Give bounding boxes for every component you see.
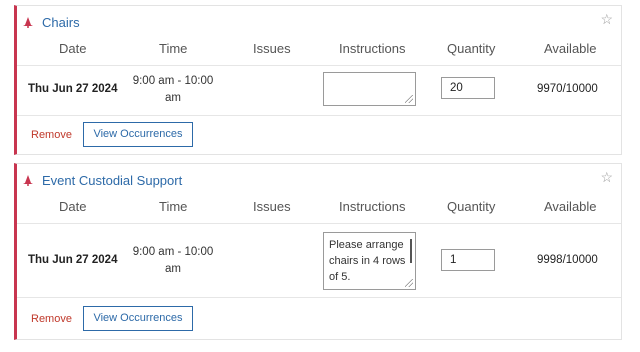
card-header: Chairs: [23, 15, 80, 30]
column-header-available: Available: [544, 41, 597, 56]
quantity-input[interactable]: 20: [441, 77, 495, 99]
available-cell: 9998/10000: [537, 254, 598, 266]
available-cell: 9970/10000: [537, 83, 598, 95]
time-line-1: 9:00 am - 10:00: [132, 75, 214, 87]
resource-title-link[interactable]: Chairs: [42, 15, 80, 30]
instructions-line-2: chairs in 4 rows: [329, 255, 406, 267]
table-row: Thu Jun 27 2024 9:00 am - 10:00 am Pleas…: [17, 224, 621, 298]
column-header-time: Time: [159, 199, 188, 214]
column-header-quantity: Quantity: [447, 41, 496, 56]
bell-icon: [23, 175, 33, 186]
column-header-instructions: Instructions: [339, 41, 406, 56]
favorite-star-icon[interactable]: ☆: [600, 11, 613, 28]
remove-link[interactable]: Remove: [31, 129, 72, 141]
column-header-instructions: Instructions: [339, 199, 406, 214]
resource-card-chairs: Chairs ☆ Date Time Issues Instructions Q…: [14, 5, 622, 155]
remove-link[interactable]: Remove: [31, 313, 72, 325]
date-cell: Thu Jun 27 2024: [28, 254, 118, 266]
time-line-1: 9:00 am - 10:00: [132, 246, 214, 258]
table-row: Thu Jun 27 2024 9:00 am - 10:00 am 20 99…: [17, 66, 621, 116]
time-cell: 9:00 am - 10:00 am: [129, 244, 217, 278]
column-header-row: Date Time Issues Instructions Quantity A…: [17, 199, 621, 224]
resource-title-link[interactable]: Event Custodial Support: [42, 173, 182, 188]
time-line-2: am: [165, 263, 181, 275]
column-header-date: Date: [59, 41, 87, 56]
instructions-textarea[interactable]: Please arrange chairs in 4 rows of 5.: [323, 232, 416, 290]
time-line-2: am: [165, 92, 181, 104]
resource-card-event-custodial-support: Event Custodial Support ☆ Date Time Issu…: [14, 163, 622, 340]
time-cell: 9:00 am - 10:00 am: [129, 73, 217, 107]
date-cell: Thu Jun 27 2024: [28, 83, 118, 95]
resize-grip-icon[interactable]: [405, 279, 413, 287]
instructions-textarea[interactable]: [323, 72, 416, 106]
quantity-input[interactable]: 1: [441, 249, 495, 271]
favorite-star-icon[interactable]: ☆: [600, 169, 613, 186]
column-header-issues: Issues: [253, 199, 291, 214]
column-header-row: Date Time Issues Instructions Quantity A…: [17, 41, 621, 66]
view-occurrences-button[interactable]: View Occurrences: [83, 306, 193, 331]
textarea-scrollbar[interactable]: [410, 239, 412, 263]
column-header-available: Available: [544, 199, 597, 214]
instructions-line-3: of 5.: [329, 271, 351, 283]
column-header-time: Time: [159, 41, 188, 56]
column-header-issues: Issues: [253, 41, 291, 56]
card-header: Event Custodial Support: [23, 173, 182, 188]
view-occurrences-button[interactable]: View Occurrences: [83, 122, 193, 147]
instructions-line-1: Please arrange: [329, 239, 404, 251]
column-header-date: Date: [59, 199, 87, 214]
column-header-quantity: Quantity: [447, 199, 496, 214]
resize-grip-icon[interactable]: [405, 95, 413, 103]
bell-icon: [23, 17, 33, 28]
